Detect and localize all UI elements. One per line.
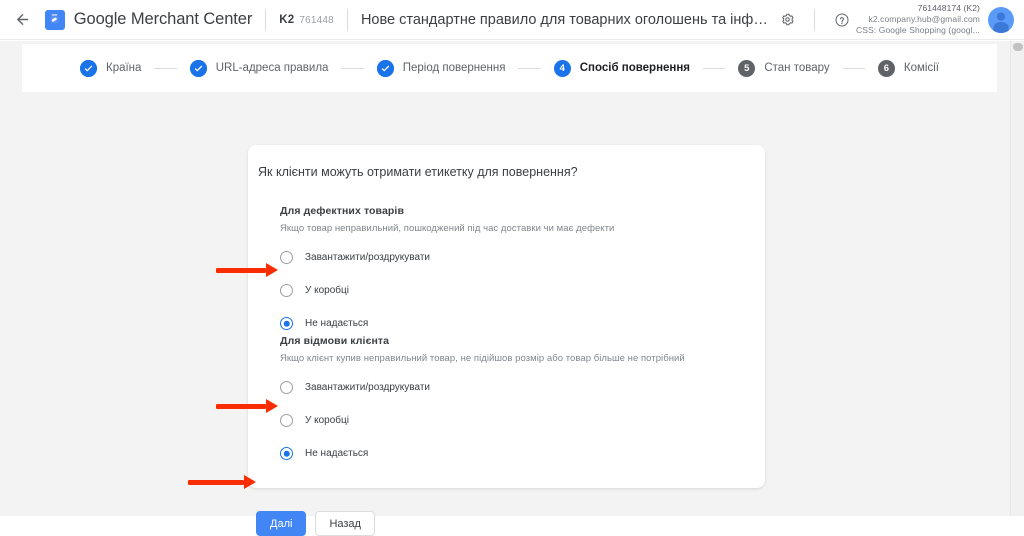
- step-fees[interactable]: 6 Комісії: [877, 59, 939, 77]
- account-chip-number: 761448: [299, 14, 334, 26]
- radio-label: Не надається: [305, 448, 369, 459]
- header-divider-1: [265, 8, 267, 31]
- step-5-circle: 5: [738, 59, 756, 77]
- step-3-label: Період повернення: [402, 62, 506, 74]
- back-button-footer[interactable]: Назад: [315, 511, 375, 536]
- group-buyer-remorse: Для відмови клієнта Якщо клієнт купив не…: [280, 335, 685, 463]
- brand-title: Google Merchant Center: [73, 10, 253, 29]
- help-button[interactable]: [828, 6, 856, 34]
- arrow-left-icon: [16, 13, 29, 26]
- radio-label: Завантажити/роздрукувати: [305, 252, 430, 263]
- step-3-circle: [376, 59, 394, 77]
- gear-icon: [781, 13, 794, 26]
- page-title: Нове стандартне правило для товарних ого…: [360, 11, 773, 28]
- step-5-label: Стан товару: [764, 62, 830, 74]
- radio-icon[interactable]: [280, 414, 293, 427]
- step-4-label: Спосіб повернення: [579, 62, 691, 74]
- user-avatar-icon: [993, 12, 1009, 33]
- radio-icon[interactable]: [280, 317, 293, 330]
- account-css: CSS: Google Shopping (googl...: [856, 24, 980, 35]
- step-country[interactable]: Країна: [80, 59, 142, 77]
- step-2-circle: [189, 59, 207, 77]
- check-icon: [80, 59, 97, 77]
- arrow-shaft: [188, 479, 244, 485]
- header-divider-2: [346, 8, 348, 31]
- step-6-circle: 6: [877, 59, 895, 77]
- next-button[interactable]: Далі: [256, 511, 307, 536]
- radio-label: Не надається: [305, 318, 369, 329]
- app-header: Google Merchant Center K2 761448 Нове ст…: [0, 0, 1024, 40]
- radio-remorse-in-the-box[interactable]: У коробці: [280, 411, 685, 430]
- wizard-stepper: Країна URL-адреса правила Період поверне…: [22, 44, 997, 92]
- step-2-label: URL-адреса правила: [215, 62, 329, 74]
- radio-defective-not-provided[interactable]: Не надається: [280, 314, 614, 333]
- wizard-actions: Далі Назад: [256, 511, 375, 536]
- step-connector-3: [518, 67, 541, 69]
- group-2-title: Для відмови клієнта: [280, 335, 390, 347]
- step-1-circle: [80, 59, 97, 77]
- page-canvas: Країна URL-адреса правила Період поверне…: [0, 41, 1024, 536]
- group-defective-items: Для дефектних товарів Якщо товар неправи…: [280, 205, 614, 333]
- card-question: Як клієнти можуть отримати етикетку для …: [258, 165, 578, 179]
- account-info: 761448174 (K2) k2.company.hub@gmail.com …: [856, 3, 980, 36]
- step-connector-4: [703, 67, 726, 69]
- step-return-period[interactable]: Період повернення: [376, 59, 506, 77]
- merchant-center-logo-icon[interactable]: [44, 9, 65, 30]
- check-icon: [189, 59, 207, 77]
- radio-remorse-not-provided[interactable]: Не надається: [280, 444, 685, 463]
- scrollbar-thumb[interactable]: [1013, 43, 1023, 51]
- radio-label: У коробці: [305, 415, 349, 426]
- radio-defective-download-print[interactable]: Завантажити/роздрукувати: [280, 248, 614, 267]
- account-chip-code: K2: [279, 13, 295, 26]
- avatar[interactable]: [988, 6, 1014, 33]
- step-connector-5: [842, 67, 865, 69]
- check-icon: [376, 59, 394, 77]
- step-item-condition[interactable]: 5 Стан товару: [738, 59, 830, 77]
- step-connector-1: [154, 67, 177, 69]
- radio-remorse-download-print[interactable]: Завантажити/роздрукувати: [280, 378, 685, 397]
- step-return-method[interactable]: 4 Спосіб повернення: [553, 59, 691, 77]
- step-policy-url[interactable]: URL-адреса правила: [189, 59, 329, 77]
- page-scrollbar[interactable]: [1010, 41, 1024, 516]
- step-1-label: Країна: [106, 62, 142, 74]
- header-divider-3: [814, 8, 816, 31]
- group-1-description: Якщо товар неправильний, пошкоджений під…: [280, 223, 615, 234]
- radio-icon[interactable]: [280, 284, 293, 297]
- group-1-title: Для дефектних товарів: [280, 205, 404, 217]
- radio-label: Завантажити/роздрукувати: [305, 382, 430, 393]
- step-4-circle: 4: [553, 59, 571, 77]
- brand-google: Google: [73, 10, 127, 28]
- radio-defective-in-the-box[interactable]: У коробці: [280, 281, 614, 300]
- help-circle-icon: [835, 13, 849, 26]
- account-id: 761448174 (K2): [917, 3, 980, 14]
- account-chip[interactable]: K2 761448: [279, 14, 334, 26]
- radio-icon[interactable]: [280, 447, 293, 460]
- brand-merchant-center: Merchant Center: [126, 10, 253, 28]
- account-email: k2.company.hub@gmail.com: [868, 14, 980, 25]
- step-6-label: Комісії: [903, 62, 939, 74]
- settings-button[interactable]: [773, 6, 801, 34]
- group-2-description: Якщо клієнт купив неправильний товар, не…: [280, 353, 685, 364]
- radio-label: У коробці: [305, 285, 349, 296]
- step-connector-2: [341, 67, 364, 69]
- return-method-card: Як клієнти можуть отримати етикетку для …: [248, 145, 765, 488]
- merchant-bag-glyph: [50, 14, 59, 24]
- radio-icon[interactable]: [280, 381, 293, 394]
- arrow-pointing-to-next-button: [188, 475, 256, 489]
- radio-icon[interactable]: [280, 251, 293, 264]
- back-button[interactable]: [8, 4, 37, 36]
